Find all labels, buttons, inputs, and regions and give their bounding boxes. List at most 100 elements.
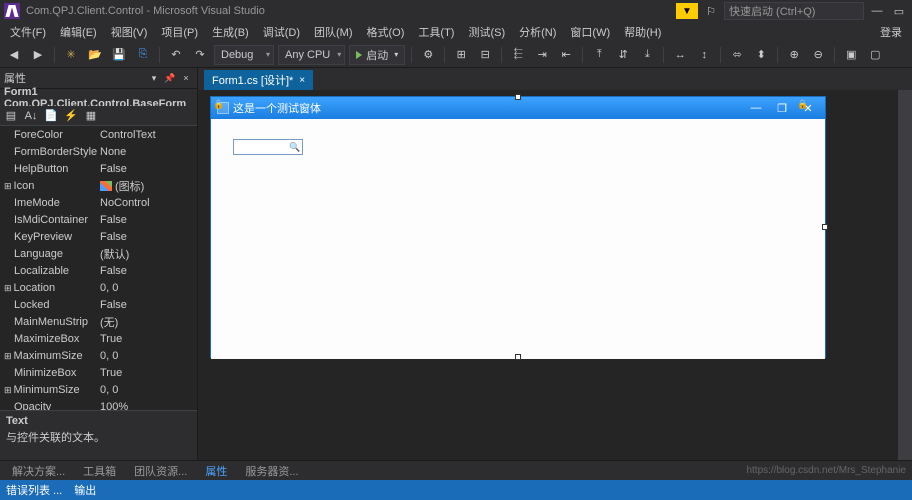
align-top-icon[interactable]: ⤒ [589, 45, 609, 65]
btab-team[interactable]: 团队资源... [126, 461, 195, 481]
property-row[interactable]: FormBorderStyleNone [0, 143, 197, 160]
property-row[interactable]: LockedFalse [0, 296, 197, 313]
property-row[interactable]: MainMenuStrip(无) [0, 313, 197, 330]
save-all-icon[interactable]: ⎘ [133, 45, 153, 65]
property-value[interactable]: 0, 0 [98, 282, 197, 294]
property-value[interactable]: (默认) [98, 246, 197, 262]
save-icon[interactable]: 💾 [109, 45, 129, 65]
property-value[interactable]: None [98, 146, 197, 158]
menu-project[interactable]: 项目(P) [155, 22, 204, 42]
align-center-icon[interactable]: ⇥ [532, 45, 552, 65]
property-value[interactable]: 0, 0 [98, 384, 197, 396]
textbox-control[interactable]: 🔍 [233, 139, 303, 155]
menu-team[interactable]: 团队(M) [308, 22, 359, 42]
events-icon[interactable]: ⚡ [62, 107, 80, 125]
resize-handle-bottom[interactable] [515, 354, 521, 360]
property-row[interactable]: ImeModeNoControl [0, 194, 197, 211]
menu-view[interactable]: 视图(V) [105, 22, 154, 42]
btab-properties[interactable]: 属性 [197, 461, 235, 481]
property-row[interactable]: Language(默认) [0, 245, 197, 262]
nav-fwd-icon[interactable]: ▶ [28, 45, 48, 65]
open-file-icon[interactable]: 📂 [85, 45, 105, 65]
align-icon-2[interactable]: ⊟ [475, 45, 495, 65]
property-row[interactable]: Opacity100% [0, 398, 197, 410]
property-value[interactable]: False [98, 299, 197, 311]
props-icon[interactable]: 📄 [42, 107, 60, 125]
nav-back-icon[interactable]: ◀ [4, 45, 24, 65]
config-dropdown[interactable]: Debug [214, 45, 274, 65]
form-window[interactable]: 🔒 🔒 这是一个测试窗体 — ❐ ✕ 🔍 [210, 96, 826, 358]
vspace-icon[interactable]: ↕ [694, 45, 714, 65]
hspace-icon[interactable]: ↔ [670, 45, 690, 65]
resize-handle-right[interactable] [822, 224, 828, 230]
form-max-icon[interactable]: ❐ [771, 100, 793, 116]
maximize-icon[interactable]: ▭ [890, 3, 908, 19]
property-row[interactable]: MaximizeBoxTrue [0, 330, 197, 347]
property-row[interactable]: Icon(图标) [0, 177, 197, 194]
menu-window[interactable]: 窗口(W) [564, 22, 616, 42]
minimize-icon[interactable]: — [868, 3, 886, 19]
panel-pin-icon[interactable]: 📌 [163, 71, 177, 85]
btab-toolbox[interactable]: 工具箱 [75, 461, 124, 481]
property-value[interactable]: 0, 0 [98, 350, 197, 362]
size-height-icon[interactable]: ⬍ [751, 45, 771, 65]
menu-help[interactable]: 帮助(H) [618, 22, 667, 42]
menu-file[interactable]: 文件(F) [4, 22, 52, 42]
order-back-icon[interactable]: ▢ [865, 45, 885, 65]
new-project-icon[interactable]: ✳ [61, 45, 81, 65]
property-row[interactable]: MaximumSize0, 0 [0, 347, 197, 364]
property-value[interactable]: NoControl [98, 197, 197, 209]
property-row[interactable]: MinimizeBoxTrue [0, 364, 197, 381]
menu-analyze[interactable]: 分析(N) [513, 22, 562, 42]
vertical-scrollbar[interactable] [898, 90, 912, 460]
properties-grid[interactable]: ForeColorControlTextFormBorderStyleNoneH… [0, 126, 197, 410]
center-v-icon[interactable]: ⊖ [808, 45, 828, 65]
properties-object[interactable]: Form1 Com.QPJ.Client.Control.BaseForm [0, 88, 197, 106]
property-value[interactable]: ControlText [98, 129, 197, 141]
property-row[interactable]: Location0, 0 [0, 279, 197, 296]
menu-test[interactable]: 测试(S) [462, 22, 511, 42]
property-value[interactable]: (图标) [98, 178, 197, 194]
feedback-flag-icon[interactable]: ⚐ [702, 3, 720, 19]
btab-solution[interactable]: 解决方案... [4, 461, 73, 481]
undo-icon[interactable]: ↶ [166, 45, 186, 65]
property-row[interactable]: MinimumSize0, 0 [0, 381, 197, 398]
start-button[interactable]: 启动▾ [349, 45, 405, 65]
notification-icon[interactable]: ▼ [676, 3, 698, 19]
tab-close-icon[interactable]: × [299, 75, 305, 86]
menu-build[interactable]: 生成(B) [206, 22, 255, 42]
design-canvas[interactable]: 🔒 🔒 这是一个测试窗体 — ❐ ✕ 🔍 [198, 90, 912, 460]
categorized-icon[interactable]: ▤ [2, 107, 20, 125]
property-value[interactable]: 100% [98, 401, 197, 411]
form-min-icon[interactable]: — [745, 100, 767, 116]
property-value[interactable]: True [98, 333, 197, 345]
property-value[interactable]: False [98, 214, 197, 226]
quick-launch-input[interactable]: 快速启动 (Ctrl+Q) [724, 2, 864, 20]
property-row[interactable]: IsMdiContainerFalse [0, 211, 197, 228]
status-errorlist[interactable]: 错误列表 ... [6, 482, 62, 498]
panel-close-icon[interactable]: × [179, 71, 193, 85]
sign-in-link[interactable]: 登录 [874, 22, 908, 42]
tab-form1-design[interactable]: Form1.cs [设计]* × [204, 70, 313, 90]
btab-server[interactable]: 服务器资... [237, 461, 306, 481]
property-value[interactable]: (无) [98, 314, 197, 330]
form-body[interactable]: 🔍 [211, 119, 825, 359]
property-value[interactable]: False [98, 265, 197, 277]
property-row[interactable]: LocalizableFalse [0, 262, 197, 279]
align-left-icon[interactable]: ⬱ [508, 45, 528, 65]
tool-icon-1[interactable]: ⚙ [418, 45, 438, 65]
menu-debug[interactable]: 调试(D) [257, 22, 306, 42]
platform-dropdown[interactable]: Any CPU [278, 45, 345, 65]
property-value[interactable]: False [98, 163, 197, 175]
menu-tools[interactable]: 工具(T) [412, 22, 460, 42]
status-output[interactable]: 输出 [74, 482, 96, 498]
align-middle-icon[interactable]: ⇵ [613, 45, 633, 65]
size-width-icon[interactable]: ⬄ [727, 45, 747, 65]
align-bottom-icon[interactable]: ⤓ [637, 45, 657, 65]
align-right-icon[interactable]: ⇤ [556, 45, 576, 65]
property-row[interactable]: KeyPreviewFalse [0, 228, 197, 245]
property-row[interactable]: HelpButtonFalse [0, 160, 197, 177]
property-value[interactable]: False [98, 231, 197, 243]
property-row[interactable]: ForeColorControlText [0, 126, 197, 143]
panel-dropdown-icon[interactable]: ▾ [147, 71, 161, 85]
